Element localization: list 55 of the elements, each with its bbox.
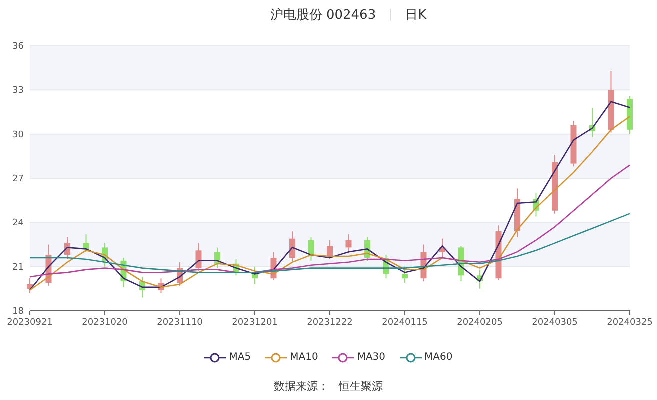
axis-label: 20240205 [457, 318, 503, 328]
candle [458, 246, 464, 282]
candle [346, 234, 352, 254]
axis-label: 20231201 [232, 318, 278, 328]
candle [627, 96, 633, 135]
period-label: 日K [405, 7, 427, 24]
stock-title: 沪电股份 002463 [270, 7, 376, 24]
axis-label: 24 [12, 218, 24, 229]
candle [590, 107, 596, 138]
legend-label[interactable]: MA60 [424, 352, 453, 363]
legend-label[interactable]: MA5 [229, 352, 252, 363]
candle [327, 240, 333, 260]
candle [214, 247, 220, 269]
candle [27, 278, 33, 294]
axis-label: 30 [12, 130, 24, 140]
candle [383, 254, 390, 280]
source-value: 恒生聚源 [339, 379, 383, 394]
source-label: 数据来源： [274, 379, 329, 394]
candle [440, 238, 446, 258]
candle [514, 188, 520, 238]
axis-label: 20240115 [382, 318, 428, 328]
candle [177, 262, 183, 286]
candle [420, 244, 427, 282]
candle [308, 236, 314, 262]
axis-label: 20230921 [7, 318, 53, 328]
candle [196, 242, 202, 272]
candle [533, 192, 540, 218]
axis-label: 20231110 [157, 318, 203, 328]
legend-label[interactable]: MA10 [290, 352, 318, 363]
axis-label: 20231020 [82, 318, 128, 328]
candle [233, 258, 240, 276]
candle [83, 234, 90, 253]
candle [477, 269, 483, 290]
candle [140, 276, 146, 298]
candle [270, 252, 277, 281]
axis-label: 18 [12, 307, 24, 317]
axis-label: 20231222 [307, 318, 353, 328]
axis-label: 36 [12, 42, 24, 52]
candle [158, 278, 164, 294]
candle [608, 70, 614, 134]
candle [252, 266, 258, 285]
axis-label: 21 [12, 262, 24, 273]
legend-label[interactable]: MA30 [357, 352, 386, 363]
candle [290, 231, 296, 262]
axis-label: 20240305 [532, 318, 578, 328]
candle [402, 266, 408, 284]
candle [64, 236, 70, 260]
candle [46, 244, 52, 286]
axis-label: 33 [12, 86, 24, 96]
candle [364, 236, 370, 262]
axis-label: 27 [12, 174, 24, 184]
axis-label: 20240325 [607, 318, 653, 328]
candle [120, 258, 127, 288]
candle [102, 242, 108, 268]
legend-line-icon[interactable] [204, 352, 226, 362]
